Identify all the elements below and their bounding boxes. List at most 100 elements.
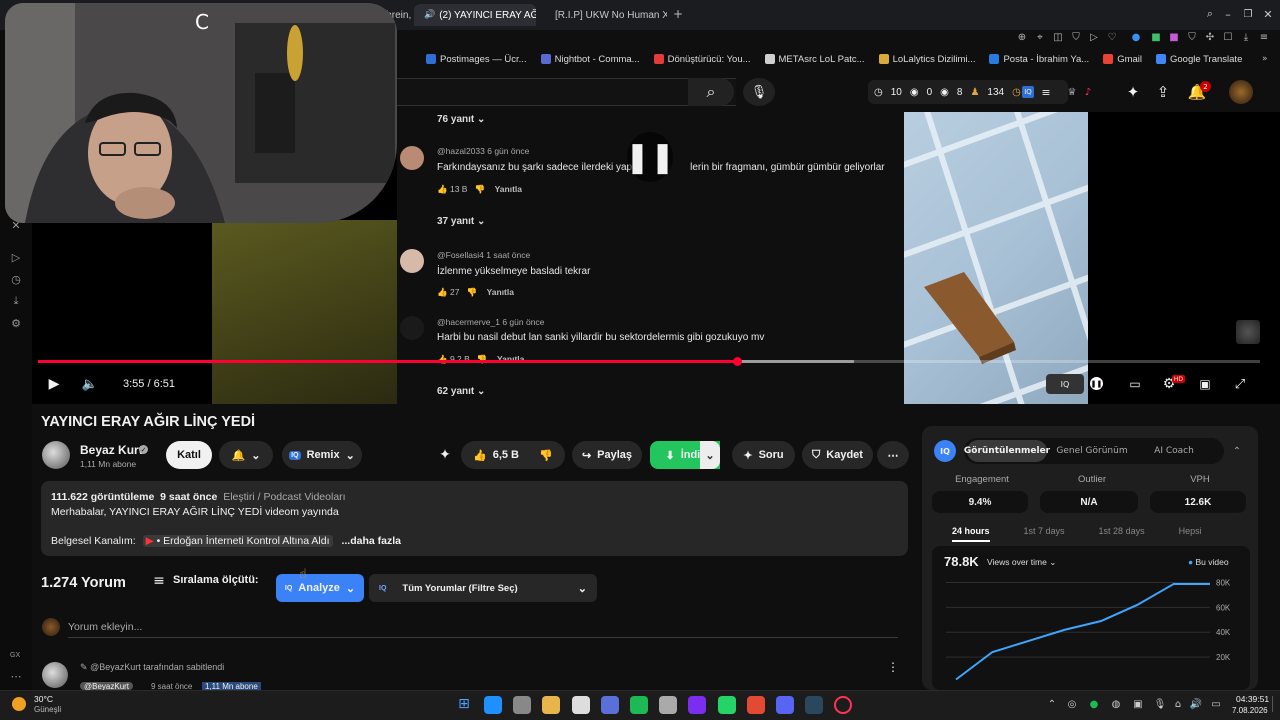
- restore-icon[interactable]: ❐: [1242, 8, 1254, 20]
- chart-metric-select[interactable]: Views over time ⌄: [987, 557, 1056, 568]
- bookmark-item[interactable]: LoLalytics Dizilimi...: [878, 54, 975, 65]
- clock-time[interactable]: 04:39:51: [1236, 694, 1269, 704]
- search-tabs-icon[interactable]: ⌕: [1204, 7, 1216, 20]
- new-tab-button[interactable]: +: [672, 7, 684, 21]
- network-icon[interactable]: ⌂: [1172, 698, 1184, 710]
- analyze-button[interactable]: IQ Analyze ⌄: [276, 574, 364, 602]
- bookmark-item[interactable]: Dönüştürücü: You...: [653, 54, 751, 65]
- add-comment-input[interactable]: Yorum ekleyin...: [68, 621, 142, 633]
- taskbar-app-icon[interactable]: [513, 696, 532, 714]
- range-7d[interactable]: 1st 7 days: [1024, 526, 1065, 542]
- create-icon[interactable]: ✦: [1124, 83, 1142, 101]
- bookmark-item[interactable]: Posta - İbrahim Ya...: [989, 54, 1089, 65]
- pin-icon[interactable]: ⌖: [1034, 31, 1046, 43]
- list-icon[interactable]: ≡: [1040, 86, 1052, 99]
- download-icon[interactable]: ⤓: [9, 294, 23, 308]
- taskbar-app-icon[interactable]: [630, 696, 648, 714]
- range-28d[interactable]: 1st 28 days: [1099, 526, 1145, 542]
- ask-button[interactable]: ✦ Soru: [732, 441, 795, 469]
- subtitles-icon[interactable]: ▭: [1126, 376, 1144, 392]
- download-icon[interactable]: ⤓: [1240, 31, 1252, 43]
- windows-start-icon[interactable]: ⊞: [456, 696, 472, 712]
- taskbar-app-icon[interactable]: [805, 696, 824, 714]
- subscribe-bell-button[interactable]: 🔔 ⌄: [219, 441, 273, 469]
- microphone-icon[interactable]: 🎙: [1154, 698, 1167, 710]
- comment-menu-icon[interactable]: ⋮: [886, 660, 900, 674]
- vpn-shield-icon[interactable]: ⛉: [1186, 31, 1198, 43]
- fullscreen-icon[interactable]: ⤢: [1232, 376, 1248, 392]
- taskbar-app-icon[interactable]: [659, 696, 678, 714]
- tray-app-icon[interactable]: ◎: [1066, 698, 1078, 710]
- pause-overlay-icon[interactable]: ❚❚: [625, 132, 675, 182]
- search-input[interactable]: [396, 78, 736, 106]
- collapse-chevron-icon[interactable]: ⌃: [1230, 444, 1244, 458]
- share-button[interactable]: ↪ Paylaş: [572, 441, 642, 469]
- camera-icon[interactable]: ◫: [1052, 31, 1064, 43]
- taskbar-app-icon[interactable]: [542, 696, 561, 714]
- channel-name[interactable]: Beyaz Kurt: [80, 443, 143, 457]
- tray-app-icon[interactable]: ▣: [1132, 698, 1144, 710]
- play-icon[interactable]: ▷: [9, 250, 23, 264]
- battery-icon[interactable]: ▭: [1210, 698, 1222, 710]
- sort-icon[interactable]: ≡: [150, 573, 168, 589]
- heart-icon[interactable]: ♡: [1106, 31, 1118, 43]
- show-more-link[interactable]: ...daha fazla: [341, 535, 401, 547]
- channel-watermark-icon[interactable]: [1236, 320, 1260, 344]
- tray-spotify-icon[interactable]: ●: [1088, 698, 1100, 710]
- iq-extension-icon[interactable]: IQ: [1022, 86, 1034, 98]
- tab-active[interactable]: 🔊 (2) YAYINCI ERAY AĞIR: [414, 4, 536, 26]
- description-box[interactable]: 111.622 görüntüleme 9 saat önce Eleştiri…: [41, 481, 908, 556]
- bookmarks-overflow-icon[interactable]: »: [1262, 54, 1268, 64]
- weather-temp[interactable]: 30°C: [34, 694, 53, 704]
- save-button[interactable]: ⛉ Kaydet: [802, 441, 873, 469]
- download-options-button[interactable]: ⌄: [700, 441, 720, 469]
- range-24h[interactable]: 24 hours: [952, 526, 990, 542]
- tray-overflow-icon[interactable]: ⌃: [1046, 698, 1058, 710]
- bookmark-item[interactable]: METAsrc LoL Patc...: [764, 54, 865, 65]
- range-all[interactable]: Hepsi: [1179, 526, 1202, 542]
- taskbar-app-icon[interactable]: [717, 696, 736, 714]
- create-clip-icon[interactable]: ✦: [436, 446, 454, 464]
- voice-search-button[interactable]: 🎙: [743, 78, 775, 106]
- channel-avatar[interactable]: [42, 441, 70, 469]
- remix-button[interactable]: IQ Remix ⌄: [282, 441, 362, 469]
- extension-green-icon[interactable]: ■: [1150, 31, 1162, 43]
- bookmark-item[interactable]: Gmail: [1103, 54, 1142, 65]
- taskbar-app-icon[interactable]: [571, 696, 590, 714]
- menu-icon[interactable]: ≡: [1258, 31, 1270, 43]
- bookmark-item[interactable]: Postimages — Ücr...: [426, 54, 527, 65]
- pinned-author-badge[interactable]: @BeyazKurt: [80, 682, 134, 690]
- comment-filter-select[interactable]: IQ Tüm Yorumlar (Filtre Seç) ⌄: [369, 574, 597, 602]
- close-icon[interactable]: ✕: [1262, 8, 1274, 21]
- taskbar-app-icon[interactable]: [776, 696, 794, 714]
- settings-gear-icon[interactable]: ⚙: [9, 316, 23, 330]
- taskbar-app-icon[interactable]: [600, 696, 619, 714]
- join-button[interactable]: Katıl: [166, 441, 212, 469]
- trophy-icon[interactable]: ♕: [1066, 86, 1078, 98]
- play-icon[interactable]: ▶: [46, 376, 62, 392]
- channel-avatar[interactable]: [42, 662, 68, 688]
- taskbar-app-icon[interactable]: [688, 696, 707, 714]
- sort-label[interactable]: Sıralama ölçütü:: [173, 574, 259, 586]
- volume-icon[interactable]: 🔈: [82, 376, 98, 392]
- play-icon[interactable]: ▷: [1088, 31, 1100, 43]
- history-icon[interactable]: ◷: [9, 272, 23, 286]
- more-dots-icon[interactable]: ⋯: [8, 668, 24, 684]
- shield-icon[interactable]: ⛉: [1070, 31, 1082, 43]
- avatar[interactable]: [1229, 80, 1253, 104]
- theater-mode-icon[interactable]: ▣: [1196, 376, 1214, 392]
- zoom-icon[interactable]: ⊕: [1016, 31, 1028, 43]
- speaker-icon[interactable]: 🔊: [1190, 698, 1202, 710]
- extension-blue-icon[interactable]: ●: [1130, 31, 1142, 43]
- taskbar-app-icon[interactable]: [746, 696, 765, 714]
- tab-views[interactable]: Görüntülenmeler: [964, 440, 1050, 462]
- linked-video-chip[interactable]: ▶ • Erdoğan İnterneti Kontrol Altına Ald…: [142, 535, 333, 547]
- bookmark-icon[interactable]: ☐: [1222, 31, 1234, 43]
- iq-player-button[interactable]: IQ: [1046, 374, 1084, 394]
- extension-purple-icon[interactable]: ■: [1168, 31, 1180, 43]
- dislike-icon[interactable]: 👎: [538, 447, 554, 463]
- autoplay-toggle-icon[interactable]: ❚❚: [1090, 377, 1103, 390]
- bookmark-item[interactable]: Nightbot - Comma...: [540, 54, 640, 65]
- tray-app-icon[interactable]: ◍: [1110, 698, 1122, 710]
- tab-3[interactable]: [R.I.P] UKW No Human Xen: [545, 4, 667, 26]
